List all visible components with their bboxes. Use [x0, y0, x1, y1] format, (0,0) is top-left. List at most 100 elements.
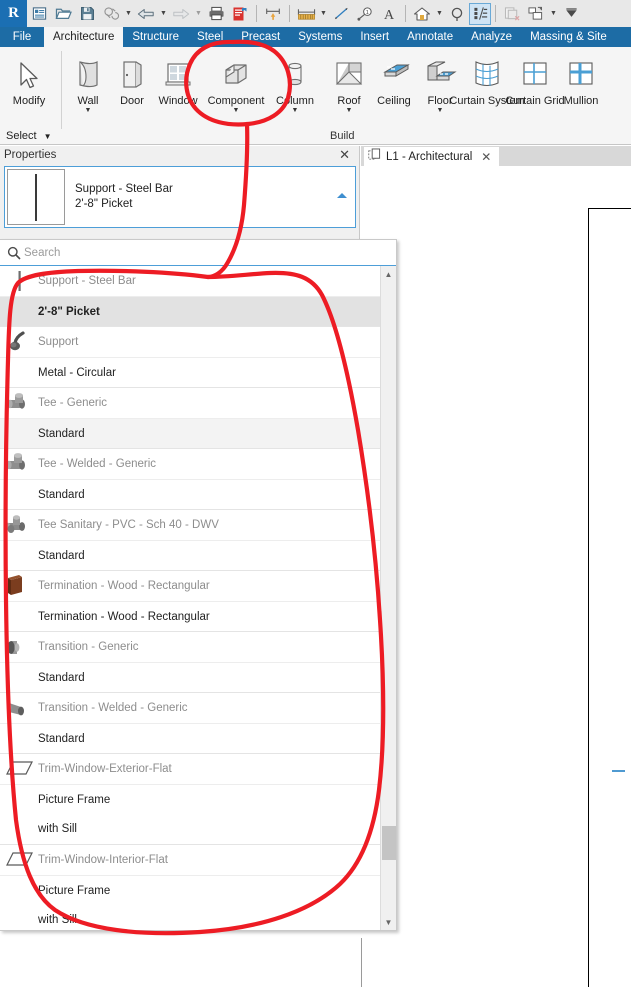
tab-systems[interactable]: Systems — [289, 27, 351, 47]
type-row[interactable]: with Sill — [0, 905, 380, 930]
curtain-grid-label: Curtain Grid — [505, 95, 565, 107]
tab-massing-site[interactable]: Massing & Site — [521, 27, 616, 47]
customize-qat-icon[interactable] — [559, 0, 583, 27]
close-inactive-views-icon[interactable] — [500, 0, 524, 27]
view-tab-close-icon[interactable]: ✕ — [481, 150, 491, 164]
chevron-up-icon[interactable] — [337, 193, 347, 198]
default-3d-view-icon[interactable] — [410, 0, 434, 27]
type-row[interactable]: Termination - Wood - Rectangular — [0, 601, 380, 631]
properties-palette: Properties ✕ Support - Steel Bar 2'-8" P… — [0, 146, 360, 239]
print-preview-icon[interactable] — [228, 0, 252, 27]
type-row[interactable]: with Sill — [0, 814, 380, 844]
scroll-down-icon[interactable]: ▼ — [381, 914, 396, 930]
component-button[interactable]: Component ▼ — [203, 47, 269, 115]
undo-dropdown-icon[interactable]: ▼ — [158, 0, 169, 27]
drawing-canvas[interactable] — [361, 166, 631, 987]
tag-by-category-icon[interactable]: 1 — [353, 0, 377, 27]
family-group: Tee Sanitary - PVC - Sch 40 - DWV Standa… — [0, 510, 380, 571]
floor-dropdown-icon[interactable]: ▼ — [437, 107, 444, 115]
type-list[interactable]: Support - Steel Bar 2'-8" Picket Support… — [0, 266, 380, 930]
wall-dropdown-icon[interactable]: ▼ — [85, 107, 92, 115]
type-row[interactable]: Standard — [0, 418, 380, 448]
family-name: Support — [38, 336, 79, 348]
family-row[interactable]: Tee - Generic — [0, 388, 380, 418]
save-as-dropdown-icon[interactable]: ▼ — [123, 0, 134, 27]
mullion-button[interactable]: Mullion — [558, 47, 604, 107]
project-properties-icon[interactable] — [27, 0, 51, 27]
view-tab-l1-architectural[interactable]: L1 - Architectural ✕ — [364, 147, 500, 166]
family-name: Support - Steel Bar — [38, 275, 136, 287]
switch-windows-dropdown-icon[interactable]: ▼ — [548, 0, 559, 27]
print-icon[interactable] — [204, 0, 228, 27]
modify-label: Modify — [12, 95, 46, 107]
tag-icon[interactable] — [329, 0, 353, 27]
family-row[interactable]: Tee - Welded - Generic — [0, 449, 380, 479]
family-group: Termination - Wood - Rectangular Termina… — [0, 571, 380, 632]
door-button[interactable]: Door — [111, 47, 153, 107]
section-icon[interactable] — [445, 0, 469, 27]
curtain-grid-button[interactable]: Curtain Grid — [505, 47, 565, 107]
type-row[interactable]: Standard — [0, 662, 380, 692]
family-row[interactable]: Trim-Window-Interior-Flat — [0, 845, 380, 875]
save-as-icon[interactable] — [99, 0, 123, 27]
window-button[interactable]: Window — [153, 47, 203, 107]
column-button[interactable]: Column ▼ — [269, 47, 321, 115]
type-row[interactable]: Standard — [0, 723, 380, 753]
type-row[interactable]: Metal - Circular — [0, 357, 380, 387]
type-row[interactable]: Standard — [0, 479, 380, 509]
aligned-dimension-icon[interactable] — [294, 0, 318, 27]
thin-lines-icon[interactable] — [469, 2, 491, 25]
family-row[interactable]: Tee Sanitary - PVC - Sch 40 - DWV — [0, 510, 380, 540]
door-icon — [118, 52, 146, 92]
tab-precast[interactable]: Precast — [232, 27, 289, 47]
type-row[interactable]: Standard — [0, 540, 380, 570]
component-dropdown-icon[interactable]: ▼ — [233, 107, 240, 115]
column-dropdown-icon[interactable]: ▼ — [292, 107, 299, 115]
type-row[interactable]: Picture Frame — [0, 784, 380, 814]
undo-icon[interactable] — [134, 0, 158, 27]
type-list-scrollbar[interactable]: ▲ ▼ — [380, 266, 396, 930]
scroll-up-icon[interactable]: ▲ — [381, 266, 396, 282]
family-name: Trim-Window-Exterior-Flat — [38, 763, 172, 775]
3d-view-dropdown-icon[interactable]: ▼ — [434, 0, 445, 27]
revit-application-window: R ▼ ▼ ▼ ▼ 1 A ▼ ▼ File Architecture Stru… — [0, 0, 631, 987]
save-icon[interactable] — [75, 0, 99, 27]
text-icon[interactable]: A — [377, 0, 401, 27]
tab-insert[interactable]: Insert — [351, 27, 398, 47]
type-search-row[interactable] — [0, 240, 396, 266]
redo-dropdown-icon[interactable]: ▼ — [193, 0, 204, 27]
select-dropdown-button[interactable]: Select ▼ — [6, 130, 52, 142]
wall-button[interactable]: Wall ▼ — [65, 47, 111, 115]
ceiling-button[interactable]: Ceiling — [370, 47, 418, 107]
roof-dropdown-icon[interactable]: ▼ — [346, 107, 353, 115]
tab-annotate[interactable]: Annotate — [398, 27, 462, 47]
modify-button[interactable]: Modify — [0, 47, 58, 107]
open-icon[interactable] — [51, 0, 75, 27]
type-selector[interactable]: Support - Steel Bar 2'-8" Picket — [4, 166, 356, 228]
measure-icon[interactable] — [261, 0, 285, 27]
transition-generic-icon — [2, 633, 38, 661]
redo-icon[interactable] — [169, 0, 193, 27]
tab-file[interactable]: File — [0, 27, 44, 47]
family-row[interactable]: Transition - Generic — [0, 632, 380, 662]
tab-analyze[interactable]: Analyze — [462, 27, 521, 47]
family-group: Transition - Generic Standard — [0, 632, 380, 693]
switch-windows-icon[interactable] — [524, 0, 548, 27]
tab-steel[interactable]: Steel — [188, 27, 232, 47]
family-row[interactable]: Support — [0, 327, 380, 357]
type-row[interactable]: 2'-8" Picket — [0, 296, 380, 326]
family-row[interactable]: Transition - Welded - Generic — [0, 693, 380, 723]
type-row[interactable]: Picture Frame — [0, 875, 380, 905]
search-input[interactable] — [24, 246, 354, 259]
roof-button[interactable]: Roof ▼ — [328, 47, 370, 115]
scrollbar-thumb[interactable] — [382, 826, 396, 860]
family-row[interactable]: Trim-Window-Exterior-Flat — [0, 754, 380, 784]
dimension-dropdown-icon[interactable]: ▼ — [318, 0, 329, 27]
mullion-icon — [566, 52, 596, 92]
family-name: Tee - Welded - Generic — [38, 458, 157, 470]
tab-architecture[interactable]: Architecture — [44, 27, 124, 47]
family-row[interactable]: Support - Steel Bar — [0, 266, 380, 296]
tab-structure[interactable]: Structure — [123, 27, 188, 47]
family-row[interactable]: Termination - Wood - Rectangular — [0, 571, 380, 601]
close-icon[interactable]: ✕ — [339, 147, 350, 163]
